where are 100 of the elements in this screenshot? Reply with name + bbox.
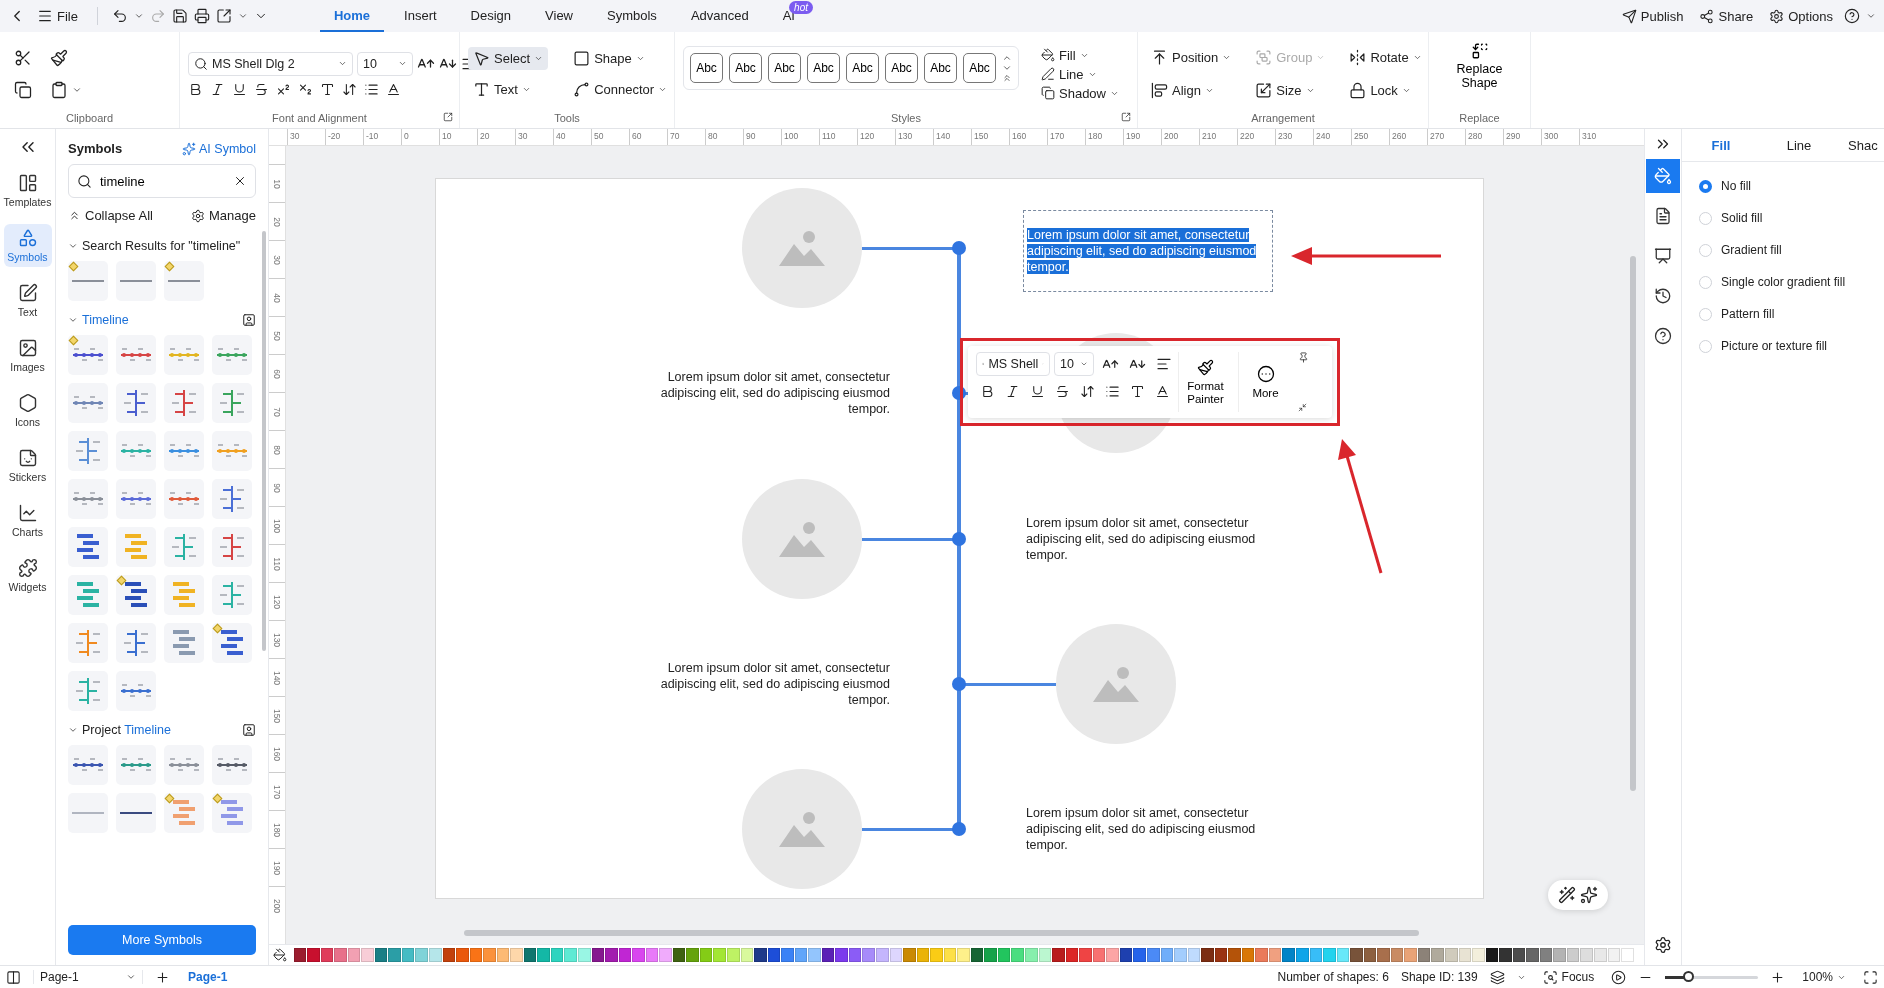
style-preset[interactable]: Abc: [846, 53, 879, 83]
toolbar-action[interactable]: Share: [1694, 5, 1759, 27]
style-preset[interactable]: Abc: [729, 53, 762, 83]
sidebar-item[interactable]: Stickers: [3, 444, 52, 487]
ruler-label: 220: [1237, 129, 1275, 145]
menu-tab[interactable]: View: [531, 0, 587, 32]
format-button[interactable]: Shadow: [1037, 84, 1123, 102]
hot-badge: hot: [789, 1, 813, 14]
section-title[interactable]: Timeline: [82, 313, 238, 327]
fill-option[interactable]: Picture or texture fill: [1682, 330, 1884, 362]
ruler-label: 170: [1047, 129, 1085, 145]
focus-button[interactable]: Focus: [1537, 966, 1600, 988]
fill-option[interactable]: Gradient fill: [1682, 234, 1884, 266]
ruler-label: 160: [272, 746, 282, 761]
file-menu[interactable]: File: [32, 5, 83, 27]
shape-id: Shape ID: 139: [1400, 970, 1478, 984]
menu-tab[interactable]: Symbols: [593, 0, 671, 32]
shape-count: Number of shapes: 6: [1277, 970, 1389, 984]
ruler-label: 270: [1427, 129, 1465, 145]
ruler-label: 180: [1085, 129, 1123, 145]
manage-button[interactable]: Manage: [191, 208, 256, 223]
font-select[interactable]: MS Shell Dlg 2: [188, 51, 353, 76]
style-preset[interactable]: Abc: [807, 53, 840, 83]
replace-shape-button[interactable]: Replace Shape: [1444, 38, 1515, 110]
style-preset[interactable]: Abc: [885, 53, 918, 83]
arrange-button[interactable]: Rotate: [1344, 46, 1427, 69]
ruler-label: 70: [667, 129, 705, 145]
fill-option[interactable]: Solid fill: [1682, 202, 1884, 234]
style-preset[interactable]: Abc: [690, 53, 723, 83]
group-label: Font and Alignment: [272, 111, 367, 126]
font-select[interactable]: MS Shell: [976, 352, 1050, 376]
ruler-label: 60: [272, 368, 282, 379]
page-select[interactable]: Page-1: [33, 970, 143, 984]
more-button[interactable]: More: [1238, 352, 1292, 412]
sidebar-item[interactable]: Icons: [3, 389, 52, 432]
property-tab[interactable]: Shac: [1838, 129, 1878, 161]
ruler-label: 80: [705, 129, 743, 145]
format-button[interactable]: Line: [1037, 65, 1123, 83]
page-tab[interactable]: Page-1: [182, 969, 234, 985]
selection-box[interactable]: Lorem ipsum dolor sit amet, consectetur adipiscing elit, sed do adipiscing eiusmod tempor.: [1023, 210, 1273, 292]
ai-symbol-link[interactable]: AI Symbol: [182, 141, 256, 156]
ruler-label: -10: [363, 129, 401, 145]
tool-button[interactable]: Connector: [568, 78, 673, 101]
menu-tab[interactable]: Home: [319, 0, 385, 32]
size-select[interactable]: 10: [1054, 352, 1094, 376]
body-text: Lorem ipsum dolor sit amet, consectetur adipiscing elit, sed do adipiscing eiusmod tempor.: [659, 659, 890, 708]
sidebar-item[interactable]: Text: [3, 279, 52, 322]
sidebar-item[interactable]: Templates: [3, 169, 52, 212]
tool-button[interactable]: Shape: [568, 47, 673, 70]
ruler-label: 200: [272, 898, 282, 913]
section-title[interactable]: Search Results for "timeline": [82, 239, 256, 253]
size-select[interactable]: 10: [357, 51, 413, 76]
style-preset[interactable]: Abc: [963, 53, 996, 83]
format-button[interactable]: Fill: [1037, 46, 1123, 64]
tool-button[interactable]: Text: [468, 78, 549, 101]
search-box[interactable]: timeline: [68, 164, 256, 198]
collapse-all-button[interactable]: Collapse All: [68, 208, 153, 223]
menu-tab[interactable]: Design: [456, 0, 526, 32]
ruler-label: 190: [1123, 129, 1161, 145]
style-preset[interactable]: Abc: [924, 53, 957, 83]
section-title[interactable]: Project Timeline: [82, 723, 238, 737]
sidebar-item[interactable]: Widgets: [3, 554, 52, 597]
arrange-button[interactable]: Lock: [1344, 79, 1427, 102]
ruler-label: 10: [272, 178, 282, 189]
ruler-label: 40: [553, 129, 591, 145]
toolbar-action[interactable]: Publish: [1616, 5, 1689, 27]
sidebar-item[interactable]: Charts: [3, 499, 52, 542]
property-tab[interactable]: Fill: [1682, 129, 1760, 161]
arrange-button[interactable]: Align: [1146, 79, 1237, 102]
property-tab[interactable]: Line: [1760, 129, 1838, 161]
ruler-label: 40: [272, 292, 282, 303]
style-preset[interactable]: Abc: [768, 53, 801, 83]
arrange-button[interactable]: Size: [1250, 79, 1331, 102]
ruler-label: 230: [1275, 129, 1313, 145]
sidebar-item[interactable]: Symbols: [3, 224, 52, 267]
fill-option[interactable]: No fill: [1682, 170, 1884, 202]
ruler-label: 20: [272, 216, 282, 227]
ruler-label: 120: [272, 594, 282, 609]
sidebar-item[interactable]: Images: [3, 334, 52, 377]
fill-option[interactable]: Single color gradient fill: [1682, 266, 1884, 298]
ruler-label: 140: [933, 129, 971, 145]
ruler-label: 110: [272, 556, 282, 571]
ruler-label: 190: [272, 860, 282, 875]
menu-tab[interactable]: Advanced: [676, 0, 763, 32]
arrange-button[interactable]: Position: [1146, 46, 1237, 69]
toolbar-action[interactable]: Options: [1764, 5, 1838, 27]
ruler-label: 150: [272, 708, 282, 723]
ruler-label: 180: [272, 822, 282, 837]
ruler-label: 130: [895, 129, 933, 145]
ruler-label: 210: [1199, 129, 1237, 145]
ruler-label: 90: [272, 482, 282, 493]
tool-button[interactable]: Select: [468, 47, 549, 70]
ruler-label: 240: [1313, 129, 1351, 145]
fill-option[interactable]: Pattern fill: [1682, 298, 1884, 330]
menu-tab[interactable]: Insert: [390, 0, 451, 32]
zoom-select[interactable]: 100%: [1797, 967, 1851, 987]
format-painter-button[interactable]: Format Painter: [1178, 352, 1232, 412]
ruler-label: 80: [272, 444, 282, 455]
ruler-label: 90: [743, 129, 781, 145]
more-symbols-button[interactable]: More Symbols: [68, 925, 256, 955]
